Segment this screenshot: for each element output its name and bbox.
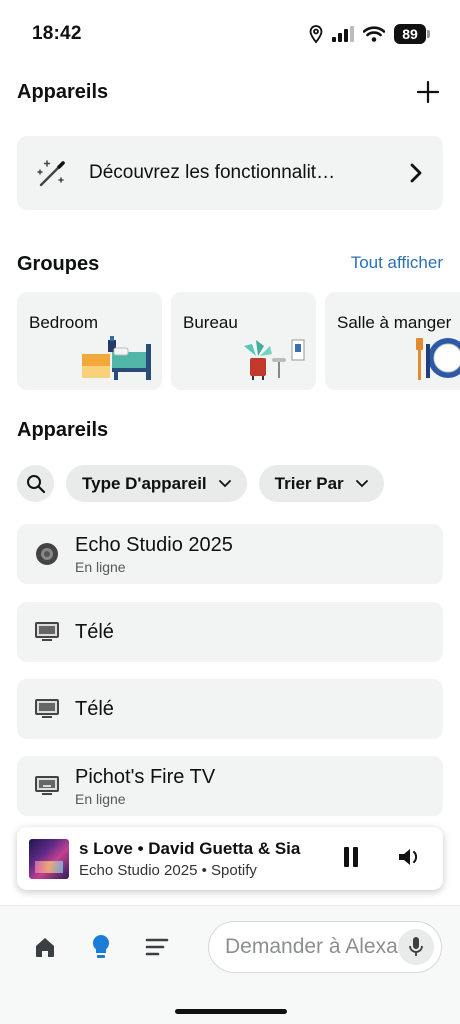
ask-alexa-placeholder: Demander à Alexa [225,935,398,958]
speaker-icon [33,542,61,566]
chevron-down-icon [218,479,231,487]
group-card-salle-a-manger[interactable]: Salle à manger [325,292,460,390]
signal-icon [332,26,354,42]
search-icon [26,474,45,493]
device-search-button[interactable] [17,465,54,502]
device-info: Télé [75,697,114,721]
groups-title: Groupes [17,253,100,275]
device-row-fire-tv[interactable]: Pichot's Fire TV En ligne [17,756,443,816]
chevron-right-icon [410,163,422,183]
device-type-filter-label: Type D'appareil [82,473,207,493]
devices-title: Appareils [17,419,109,441]
track-subtitle: Echo Studio 2025 • Spotify [79,861,257,879]
status-icons: 89 [309,24,430,44]
discover-label: Découvrez les fonctionnalit… [89,162,336,183]
tv-icon [33,622,61,642]
battery-tip [427,30,430,38]
device-status: En ligne [75,559,126,575]
volume-icon[interactable] [397,846,423,868]
device-row-tele-2[interactable]: Télé [17,679,443,739]
see-all-groups-link[interactable]: Tout afficher [351,253,443,273]
sort-by-filter[interactable]: Trier Par [258,465,384,502]
now-playing-bar[interactable]: s Love • David Guetta & Sia Echo Studio … [17,827,443,890]
ask-alexa-field[interactable]: Demander à Alexa [208,921,442,973]
device-type-filter[interactable]: Type D'appareil [66,465,247,502]
home-indicator [175,1009,287,1014]
track-title: s Love • David Guetta & Sia [79,838,301,858]
status-bar: 18:42 89 [0,0,460,70]
microphone-button[interactable] [398,929,434,965]
group-card-bureau[interactable]: Bureau [171,292,316,390]
pause-icon[interactable] [343,846,359,868]
device-info: Echo Studio 2025 En ligne [75,533,233,575]
group-label: Bureau [183,313,238,332]
group-card-bedroom[interactable]: Bedroom [17,292,162,390]
device-status: En ligne [75,791,126,807]
plus-icon[interactable] [416,80,440,104]
status-time: 18:42 [32,23,82,44]
device-info: Télé [75,620,114,644]
groups-carousel: Bedroom Bureau Salle à manger [17,292,460,390]
microphone-icon [409,937,423,956]
magic-wand-icon [37,160,65,187]
battery-indicator: 89 [394,24,430,44]
group-label: Salle à manger [337,313,452,332]
device-filters: Type D'appareil Trier Par [17,465,384,502]
tv-icon [33,699,61,719]
battery-level: 89 [394,24,426,44]
page-title: Appareils [17,80,109,103]
album-art [29,838,69,879]
player-controls [343,846,423,868]
fire-tv-icon [33,776,61,796]
group-label: Bedroom [29,313,98,332]
nav-icons [33,934,169,960]
device-name: Télé [75,621,114,643]
device-row-echo-studio[interactable]: Echo Studio 2025 En ligne [17,524,443,584]
sort-by-filter-label: Trier Par [274,473,344,493]
devices-bulb-icon[interactable] [91,934,111,960]
wifi-icon [363,26,385,42]
office-icon [244,339,305,380]
more-menu-icon[interactable] [145,937,169,957]
home-icon[interactable] [33,935,57,959]
device-name: Echo Studio 2025 [75,534,233,556]
page-header: Appareils [17,78,440,106]
chevron-down-icon [355,479,368,487]
now-playing-info: s Love • David Guetta & Sia Echo Studio … [79,839,319,879]
bottom-navigation: Demander à Alexa [0,905,460,1024]
dining-icon [416,338,460,380]
discover-features-banner[interactable]: Découvrez les fonctionnalit… [17,136,443,210]
bed-icon [82,336,151,380]
device-row-tele-1[interactable]: Télé [17,602,443,662]
device-info: Pichot's Fire TV En ligne [75,765,215,807]
device-name: Pichot's Fire TV [75,766,216,788]
device-name: Télé [75,698,114,720]
location-icon [309,25,323,43]
